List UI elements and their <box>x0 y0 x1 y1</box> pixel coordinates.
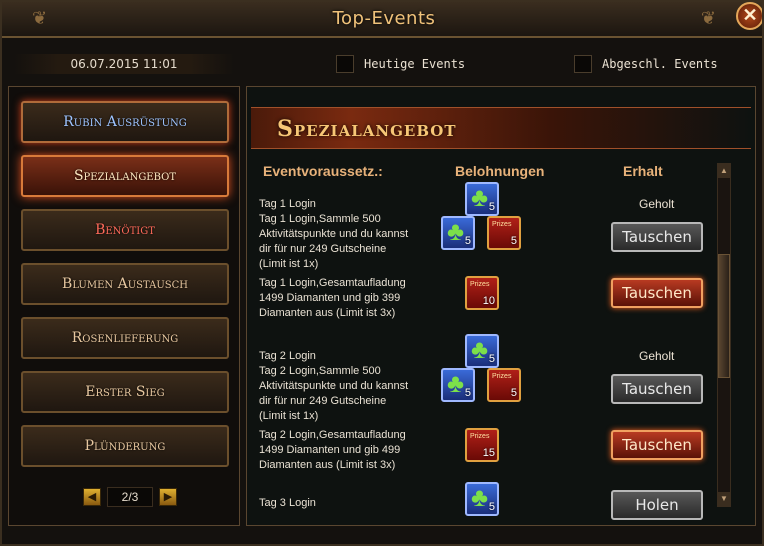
sidebar-item-benoetigt[interactable]: Benötigt <box>21 209 229 251</box>
scroll-down-icon[interactable]: ▼ <box>718 492 730 506</box>
reward-count: 15 <box>482 447 495 459</box>
finished-events-label: Abgeschl. Events <box>602 57 718 71</box>
sidebar-item-rubin-ausruestung[interactable]: Rubin Ausrüstung <box>21 101 229 143</box>
reward-count: 5 <box>464 387 471 399</box>
status-text: Geholt <box>639 349 675 363</box>
sidebar-item-label: Blumen Austausch <box>62 276 188 292</box>
exchange-button[interactable]: Tauschen <box>611 278 703 308</box>
claim-button[interactable]: Holen <box>611 490 703 520</box>
exchange-button[interactable]: Tauschen <box>611 222 703 252</box>
reward-count: 10 <box>482 295 495 307</box>
chest-icon[interactable]: 15 <box>465 428 499 462</box>
page-indicator: 2/3 <box>107 487 153 507</box>
pagination: ◀ 2/3 ▶ <box>83 487 177 507</box>
scroll-up-icon[interactable]: ▲ <box>718 164 730 178</box>
event-list-panel: Rubin Ausrüstung Spezialangebot Benötigt… <box>8 86 240 526</box>
chest-icon[interactable]: 10 <box>465 276 499 310</box>
clover-icon[interactable]: 5 <box>441 368 475 402</box>
scrollbar[interactable]: ▲ ▼ <box>717 163 731 507</box>
event-banner: Spezialangebot <box>251 107 751 149</box>
sidebar-item-erster-sieg[interactable]: Erster Sieg <box>21 371 229 413</box>
sidebar-item-label: Plünderung <box>84 438 166 454</box>
clover-icon[interactable]: 5 <box>465 482 499 516</box>
window-title: Top-Events <box>332 8 436 29</box>
event-banner-title: Spezialangebot <box>277 116 457 142</box>
close-button[interactable]: ✕ <box>736 2 762 30</box>
chest-icon[interactable]: 5 <box>487 216 521 250</box>
sidebar-item-label: Spezialangebot <box>73 168 177 184</box>
column-header-received: Erhalt <box>623 163 663 179</box>
exchange-button[interactable]: Tauschen <box>611 430 703 460</box>
sidebar-item-spezialangebot[interactable]: Spezialangebot <box>21 155 229 197</box>
row-requirement: Tag 1 Login,Sammle 500 Aktivitätspunkte … <box>259 213 409 270</box>
finished-events-filter[interactable]: Abgeschl. Events <box>574 54 718 74</box>
status-text: Geholt <box>639 197 675 211</box>
sidebar-item-label: Erster Sieg <box>85 384 165 400</box>
column-header-rewards: Belohnungen <box>455 163 545 179</box>
row-requirement: Tag 1 Login,Gesamtaufladung 1499 Diamant… <box>259 277 406 319</box>
row-requirement: Tag 1 Login <box>259 198 316 210</box>
column-header-requirement: Eventvoraussetz.: <box>263 163 383 179</box>
reward-count: 5 <box>488 201 495 213</box>
finished-events-checkbox[interactable] <box>574 55 592 73</box>
next-page-button[interactable]: ▶ <box>159 488 177 506</box>
sidebar-item-label: Rosenlieferung <box>71 330 179 346</box>
clover-icon[interactable]: 5 <box>465 334 499 368</box>
sidebar-item-label: Benötigt <box>95 222 155 238</box>
exchange-button[interactable]: Tauschen <box>611 374 703 404</box>
today-events-checkbox[interactable] <box>336 55 354 73</box>
row-requirement: Tag 3 Login <box>259 497 316 509</box>
reward-count: 5 <box>464 235 471 247</box>
sidebar-item-label: Rubin Ausrüstung <box>63 114 187 130</box>
today-events-filter[interactable]: Heutige Events <box>336 54 465 74</box>
reward-count: 5 <box>488 353 495 365</box>
reward-count: 5 <box>488 501 495 513</box>
reward-count: 5 <box>510 387 517 399</box>
datetime-display: 06.07.2015 11:01 <box>14 54 234 74</box>
today-events-label: Heutige Events <box>364 57 466 71</box>
row-requirement: Tag 2 Login,Gesamtaufladung 1499 Diamant… <box>259 429 406 471</box>
prev-page-button[interactable]: ◀ <box>83 488 101 506</box>
clover-icon[interactable]: 5 <box>465 182 499 216</box>
chest-icon[interactable]: 5 <box>487 368 521 402</box>
clover-icon[interactable]: 5 <box>441 216 475 250</box>
ornament-right-icon: ❦ <box>700 8 716 28</box>
sidebar-item-pluenderung[interactable]: Plünderung <box>21 425 229 467</box>
event-rows: Tag 1 Login 5 Geholt Tag 1 Login,Sammle … <box>259 182 719 522</box>
event-detail-panel: Spezialangebot Eventvoraussetz.: Belohnu… <box>246 86 756 526</box>
sidebar-item-rosenlieferung[interactable]: Rosenlieferung <box>21 317 229 359</box>
title-bar: ❦ Top-Events ❦ ✕ <box>2 2 762 38</box>
scrollbar-thumb[interactable] <box>718 254 730 378</box>
reward-count: 5 <box>510 235 517 247</box>
sidebar-item-blumen-austausch[interactable]: Blumen Austausch <box>21 263 229 305</box>
top-events-window: ❦ Top-Events ❦ ✕ 06.07.2015 11:01 Heutig… <box>0 0 764 546</box>
row-requirement: Tag 2 Login,Sammle 500 Aktivitätspunkte … <box>259 365 409 422</box>
row-requirement: Tag 2 Login <box>259 350 316 362</box>
